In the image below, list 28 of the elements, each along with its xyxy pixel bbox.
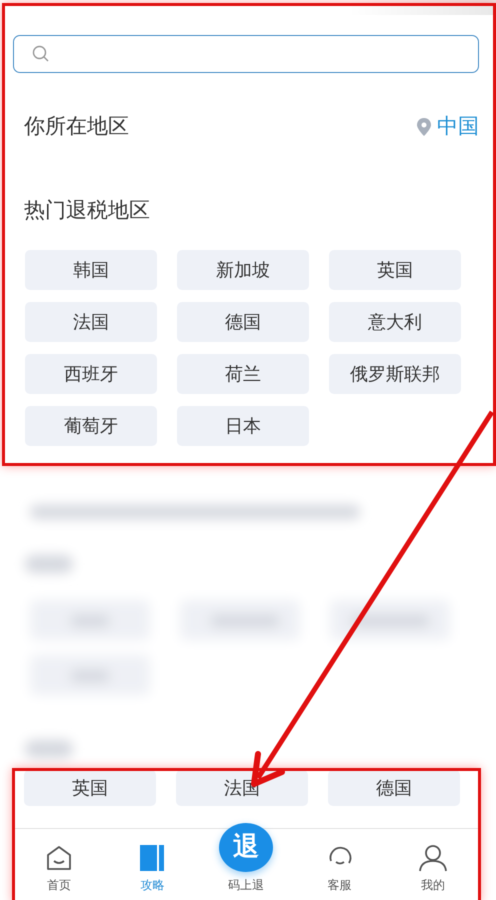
tab[interactable]: 首页 — [12, 829, 106, 900]
region-chip[interactable]: 德国 — [177, 302, 309, 342]
refund-badge-icon: 退 — [218, 823, 273, 872]
book-icon — [139, 844, 166, 872]
region-chip[interactable]: 俄罗斯联邦 — [329, 354, 461, 394]
section-title: 热门退税地区 — [24, 196, 151, 224]
section-title: 你所在地区 — [24, 113, 129, 140]
tab[interactable]: 客服 — [292, 829, 386, 900]
tab[interactable]: 我的 — [386, 829, 480, 900]
search-icon — [32, 45, 50, 63]
home-icon — [44, 844, 73, 872]
region-chip[interactable]: 法国 — [25, 302, 157, 342]
region-chip[interactable]: 新加坡 — [177, 250, 309, 290]
location-link[interactable]: 中国 — [417, 111, 479, 142]
search-field[interactable] — [13, 35, 479, 73]
region-chip[interactable]: 意大利 — [329, 302, 461, 342]
location-pin-icon — [417, 118, 431, 136]
person-icon — [418, 844, 448, 872]
tab[interactable]: 退 码上退 — [199, 823, 293, 900]
tab[interactable]: 攻略 — [106, 829, 200, 900]
region-chip[interactable]: 韩国 — [25, 250, 157, 290]
region-chip[interactable]: 德国 — [328, 770, 460, 806]
region-chip[interactable]: 英国 — [329, 250, 461, 290]
region-chip[interactable]: 日本 — [177, 406, 309, 446]
region-chip[interactable]: 荷兰 — [177, 354, 309, 394]
region-chip[interactable]: 英国 — [24, 770, 156, 806]
region-chip[interactable]: 葡萄牙 — [25, 406, 157, 446]
region-chip[interactable]: 西班牙 — [25, 354, 157, 394]
